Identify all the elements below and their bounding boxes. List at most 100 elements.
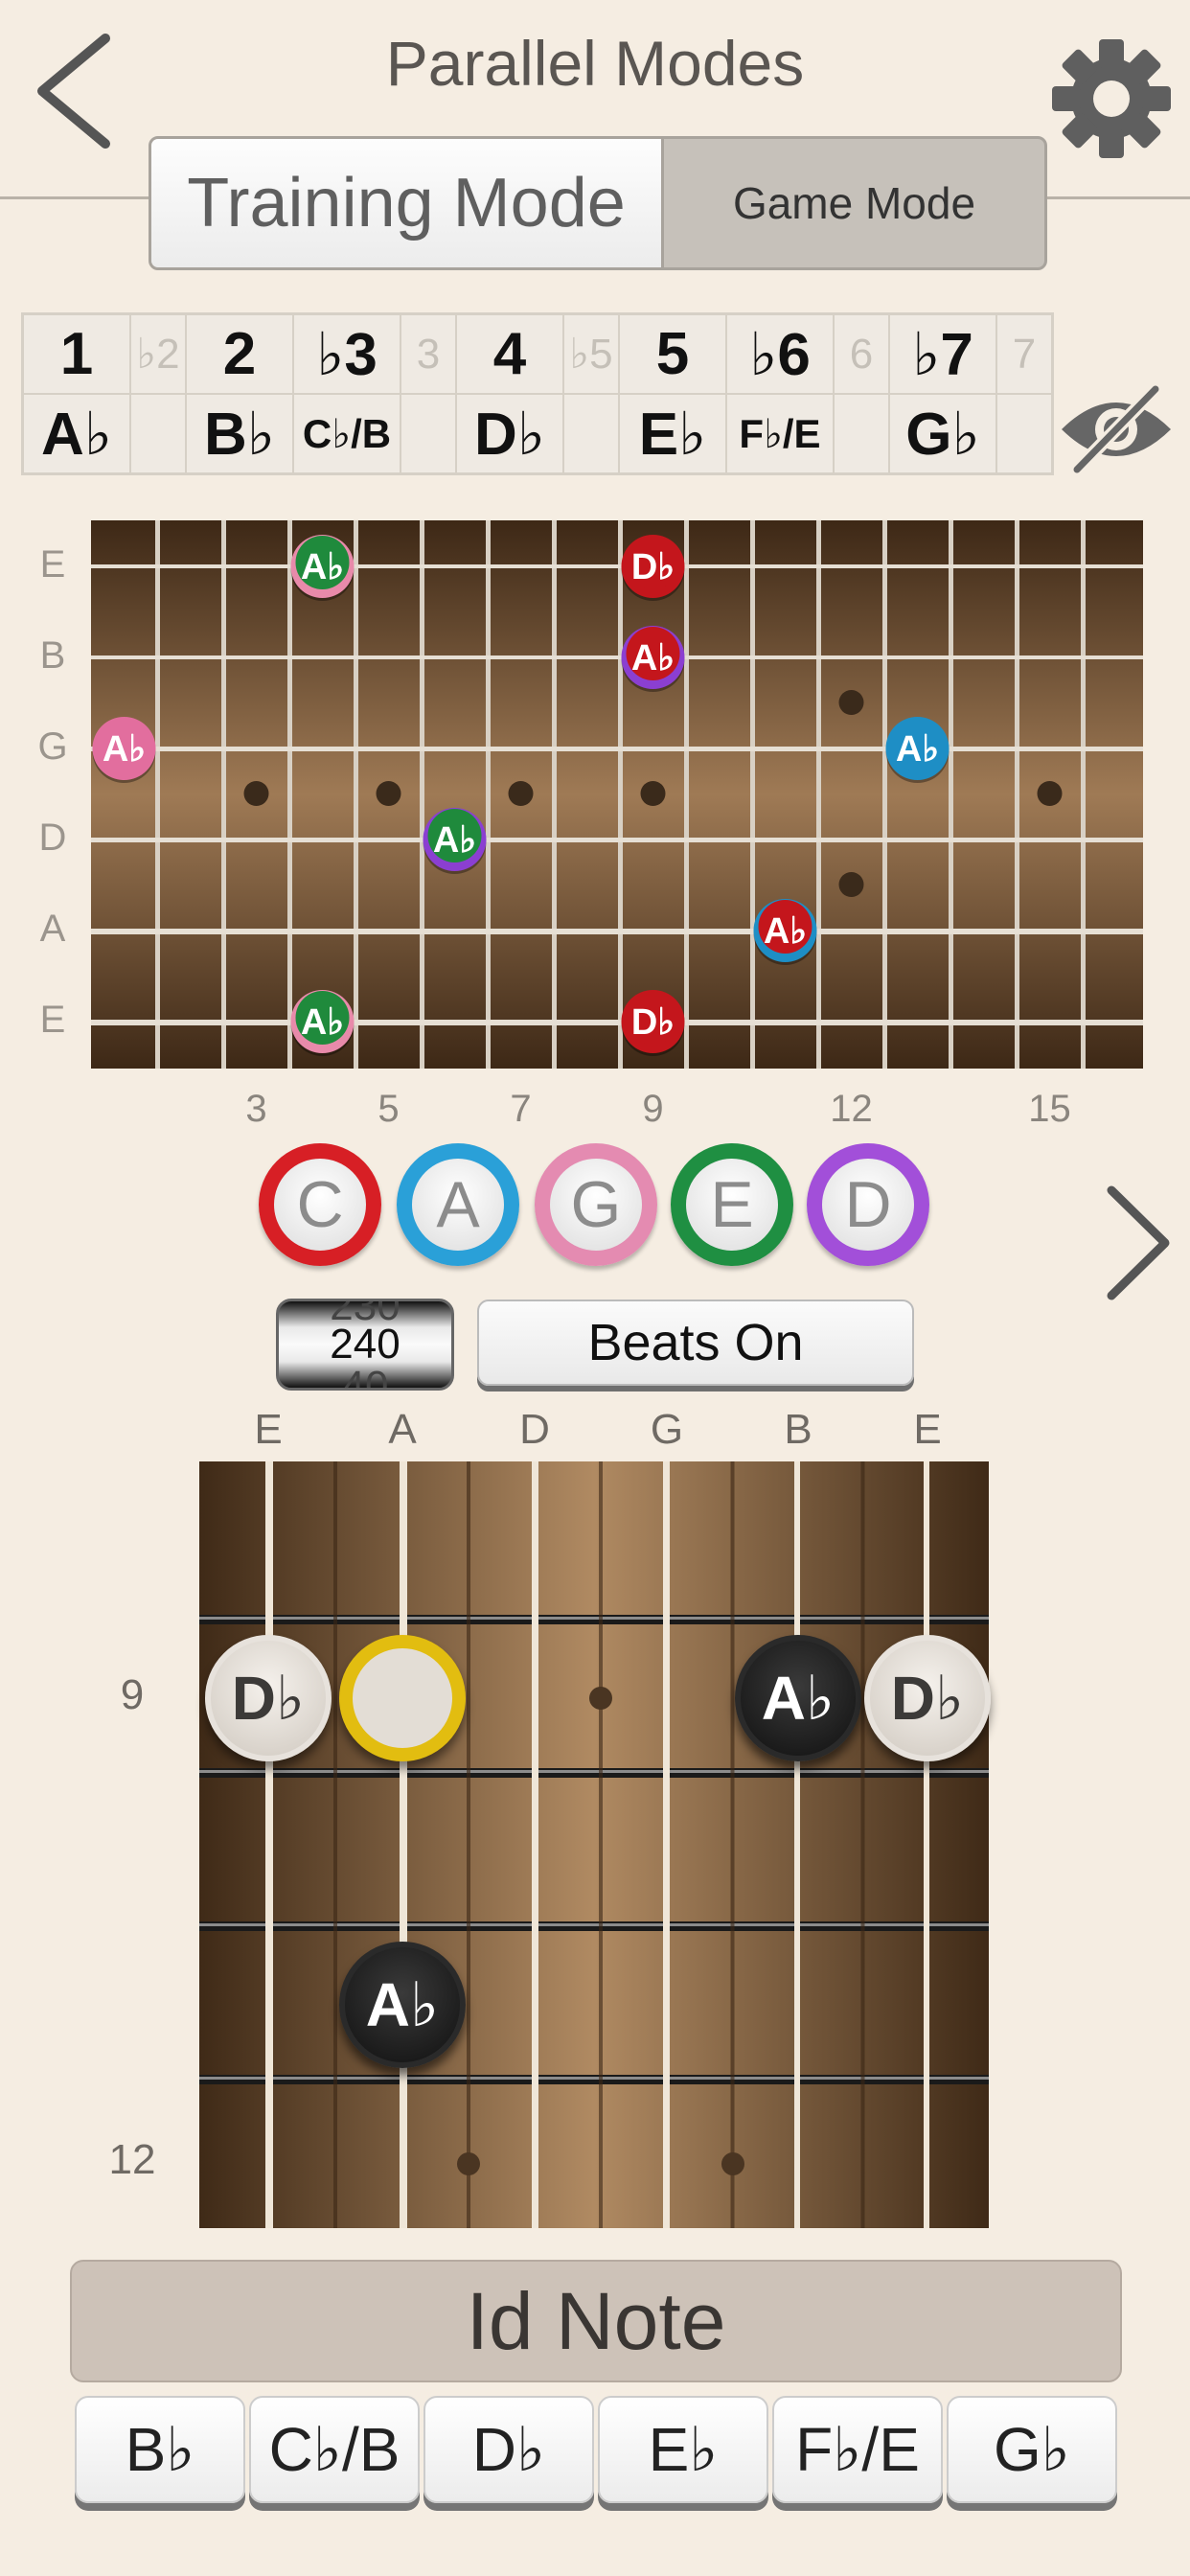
- caged-shape-d-button[interactable]: D: [807, 1143, 929, 1266]
- scale-note-marker[interactable]: A♭: [621, 626, 685, 692]
- string-label: E: [254, 1406, 283, 1453]
- interval-note: [835, 395, 888, 472]
- fret-wire: [816, 520, 821, 1069]
- interval-degree: ♭6: [727, 315, 833, 395]
- scale-note-marker[interactable]: A♭: [290, 535, 355, 601]
- interval-degree: 4: [457, 315, 562, 395]
- fret-inlay: [721, 2152, 744, 2175]
- interval-column: ♭3 C♭/B: [294, 315, 401, 472]
- tempo-picker[interactable]: 230 240 40: [276, 1299, 454, 1391]
- scale-note-marker[interactable]: A♭: [753, 899, 817, 965]
- fret-inlay: [838, 690, 864, 715]
- fret-inlay: [640, 781, 666, 806]
- answer-button[interactable]: D♭: [423, 2396, 594, 2503]
- id-note-prompt: Id Note: [70, 2260, 1122, 2382]
- guitar-string: [265, 1461, 273, 2228]
- interval-degree: ♭7: [890, 315, 995, 395]
- fretboard-detail[interactable]: [199, 1461, 989, 2228]
- caged-shape-g-button[interactable]: G: [535, 1143, 657, 1266]
- interval-degree: 6: [835, 315, 888, 395]
- scale-note-label: A♭: [103, 729, 146, 770]
- interval-column: ♭5: [564, 315, 620, 472]
- tab-game-mode[interactable]: Game Mode: [664, 139, 1044, 267]
- scale-note-marker[interactable]: D♭: [621, 990, 685, 1056]
- scale-note-label: D♭: [631, 1002, 675, 1043]
- note-dot[interactable]: D♭: [864, 1635, 991, 1761]
- scale-note-marker[interactable]: A♭: [423, 808, 487, 874]
- tempo-value: 240: [330, 1321, 400, 1368]
- tab-training-mode[interactable]: Training Mode: [151, 139, 664, 267]
- string-label: B: [39, 634, 66, 677]
- note-dot[interactable]: [339, 1635, 466, 1761]
- beats-toggle-button[interactable]: Beats On: [477, 1300, 914, 1386]
- fret-inlay: [1037, 781, 1063, 806]
- guitar-string: [91, 564, 1143, 568]
- string-label: E: [913, 1406, 942, 1453]
- interval-degree: 2: [187, 315, 292, 395]
- interval-table: 1 A♭ ♭2 2 B♭ ♭3 C♭/B 3 4 D♭ ♭5 5 E♭ ♭6 F♭/E 6 ♭7 G♭ 7: [21, 312, 1054, 475]
- interval-degree: 7: [997, 315, 1051, 395]
- fret-number: 5: [378, 1088, 400, 1130]
- string-label: E: [39, 543, 66, 586]
- string-label: A: [39, 908, 66, 950]
- scale-note-marker[interactable]: A♭: [885, 717, 950, 783]
- fret-wire: [1081, 520, 1086, 1069]
- fret-wire-highlight: [199, 2077, 989, 2080]
- board-seam: [860, 1461, 865, 2228]
- board-seam: [333, 1461, 337, 2228]
- page-title: Parallel Modes: [385, 28, 805, 99]
- interval-column: 7: [997, 315, 1051, 472]
- guitar-string: [91, 838, 1143, 842]
- interval-note: D♭: [473, 402, 546, 468]
- fret-number: 12: [108, 2136, 156, 2183]
- interval-column: ♭6 F♭/E: [727, 315, 835, 472]
- answer-button[interactable]: F♭/E: [772, 2396, 943, 2503]
- note-dot[interactable]: D♭: [205, 1635, 332, 1761]
- fret-wire: [949, 520, 953, 1069]
- header-divider-right: [1039, 196, 1190, 199]
- fret-number: 15: [1028, 1088, 1071, 1130]
- interval-note: [131, 395, 185, 472]
- fret-inlay: [589, 1687, 612, 1710]
- answer-button[interactable]: C♭/B: [249, 2396, 420, 2503]
- interval-column: ♭7 G♭: [890, 315, 997, 472]
- guitar-string: [91, 656, 1143, 659]
- scale-note-label: D♭: [631, 547, 675, 587]
- interval-note: E♭: [638, 402, 707, 468]
- caged-shape-a-button[interactable]: A: [397, 1143, 519, 1266]
- answer-button[interactable]: B♭: [75, 2396, 245, 2503]
- fret-inlay: [838, 872, 864, 897]
- caged-shape-e-button[interactable]: E: [671, 1143, 793, 1266]
- scale-note-marker[interactable]: A♭: [290, 990, 355, 1056]
- note-dot[interactable]: A♭: [735, 1635, 861, 1761]
- fret-wire: [486, 520, 491, 1069]
- caged-shape-c-button[interactable]: C: [259, 1143, 381, 1266]
- answer-button[interactable]: G♭: [947, 2396, 1117, 2503]
- guitar-string: [91, 747, 1143, 751]
- scale-note-label: A♭: [301, 547, 344, 587]
- fret-inlay: [243, 781, 269, 806]
- gear-icon[interactable]: [1049, 36, 1174, 161]
- interval-degree: ♭2: [131, 315, 185, 395]
- eye-hidden-icon[interactable]: [1056, 381, 1177, 477]
- interval-degree: ♭3: [294, 315, 400, 395]
- fretboard-overview[interactable]: A♭ D♭ A♭ A♭ A♭ A♭ A♭ A♭ D♭: [91, 520, 1143, 1069]
- guitar-string: [663, 1461, 670, 2228]
- guitar-string: [91, 929, 1143, 934]
- fret-wire-highlight: [199, 1617, 989, 1620]
- header-divider-left: [0, 196, 151, 199]
- guitar-string: [532, 1461, 538, 2228]
- interval-column: 2 B♭: [187, 315, 294, 472]
- fret-inlay: [376, 781, 401, 806]
- answer-button[interactable]: E♭: [598, 2396, 768, 2503]
- scale-note-marker[interactable]: A♭: [92, 717, 156, 783]
- fret-wire: [684, 520, 689, 1069]
- fret-wire: [750, 520, 755, 1069]
- next-chevron-icon[interactable]: [1100, 1181, 1177, 1305]
- note-dot[interactable]: A♭: [339, 1942, 466, 2068]
- interval-degree: ♭5: [564, 315, 618, 395]
- scale-note-marker[interactable]: D♭: [621, 535, 685, 601]
- fret-wire: [354, 520, 358, 1069]
- interval-degree: 5: [620, 315, 725, 395]
- fret-wire: [1015, 520, 1019, 1069]
